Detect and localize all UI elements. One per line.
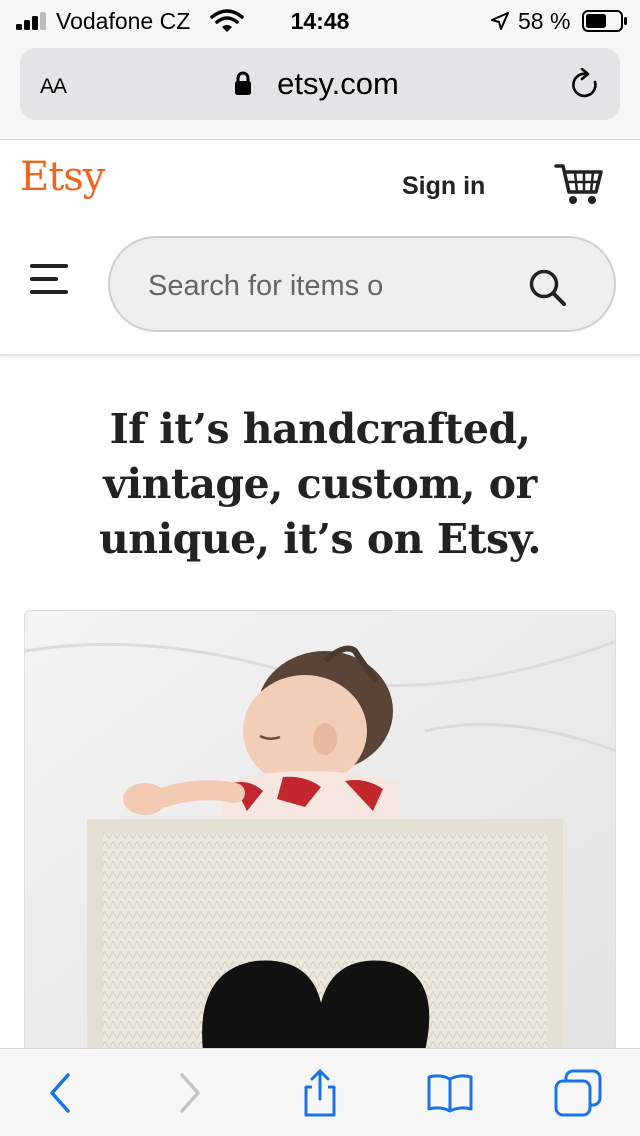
sign-in-link[interactable]: Sign in	[402, 172, 485, 201]
cart-icon[interactable]	[554, 160, 604, 208]
status-bar: Vodafone CZ 14:48 58 %	[0, 0, 640, 42]
search-icon[interactable]	[526, 266, 572, 312]
baby-blanket-photo	[25, 611, 615, 1049]
browser-address-bar: AA etsy.com	[0, 42, 640, 140]
menu-icon[interactable]	[30, 264, 68, 296]
browser-toolbar	[0, 1048, 640, 1136]
battery-percentage: 58 %	[518, 8, 571, 34]
search-placeholder: Search for items o	[148, 270, 384, 302]
tabs-icon[interactable]	[554, 1069, 602, 1117]
forward-icon[interactable]	[164, 1069, 212, 1117]
site-header: Etsy Sign in Search for items o	[0, 140, 640, 356]
share-icon[interactable]	[296, 1069, 344, 1117]
etsy-logo[interactable]: Etsy	[20, 154, 105, 200]
url-text: etsy.com	[277, 66, 399, 101]
back-icon[interactable]	[38, 1069, 86, 1117]
reload-icon[interactable]	[568, 68, 602, 102]
url-field[interactable]: AA etsy.com	[20, 48, 620, 120]
hero-heading: If it’s handcrafted, vintage, custom, or…	[98, 405, 542, 563]
search-input[interactable]: Search for items o	[108, 236, 616, 332]
location-icon	[491, 12, 509, 30]
battery-icon	[582, 10, 627, 32]
hero-image[interactable]	[24, 610, 616, 1050]
bookmarks-icon[interactable]	[426, 1069, 474, 1117]
